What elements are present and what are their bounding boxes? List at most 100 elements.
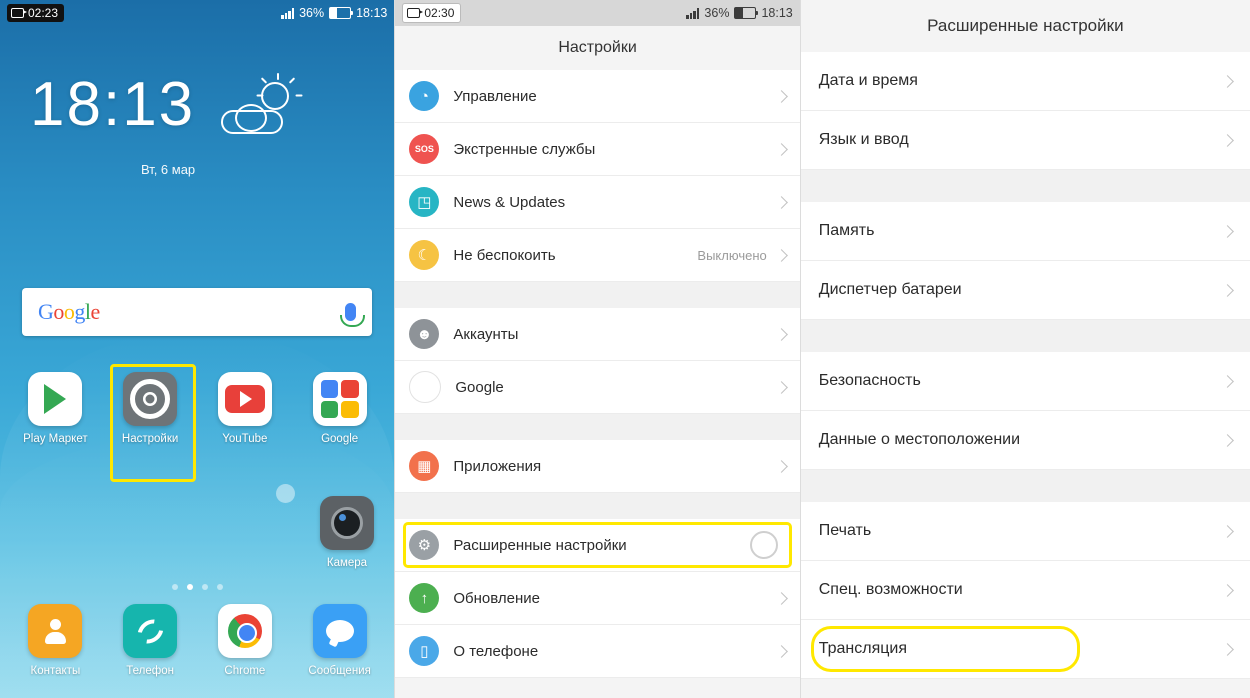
weather-icon [221,73,303,146]
chevron-right-icon [1221,374,1234,388]
page-title: Расширенные настройки [800,0,1250,52]
accounts-icon: ☻ [409,319,440,349]
group-separator [800,470,1250,502]
item-label: News & Updates [453,193,566,211]
camera-icon [407,8,424,18]
recording-time: 02:23 [28,6,59,20]
advanced-group-3: Безопасность Данные о местоположении [800,352,1250,470]
chevron-right-icon [774,195,788,209]
settings-panel: 02:30 36% 18:13 Настройки ◔ Управление S… [394,0,800,698]
settings-item-about-phone[interactable]: ▯ О телефоне [395,625,800,678]
advanced-item-cast[interactable]: Трансляция [800,620,1250,679]
app-phone[interactable]: Телефон [116,604,184,677]
settings-item-management[interactable]: ◔ Управление [395,70,800,123]
advanced-settings-icon: ⚙ [409,530,440,560]
google-folder-icon [312,372,367,426]
group-separator [395,282,800,308]
do-not-disturb-icon: ☾ [409,240,440,270]
app-chrome[interactable]: Chrome [211,604,279,677]
advanced-item-location[interactable]: Данные о местоположении [800,411,1250,470]
google-icon: G [409,371,442,403]
page-indicator [0,584,394,590]
item-label: Дата и время [818,72,918,89]
wallpaper-dot [276,484,295,503]
settings-item-accounts[interactable]: ☻ Аккаунты [395,308,800,361]
app-play-market[interactable]: Play Маркет [21,372,89,445]
screen-recorder-badge: 02:30 [402,3,462,23]
chevron-right-icon [1221,224,1234,238]
chevron-right-icon [774,142,788,156]
advanced-item-accessibility[interactable]: Спец. возможности [800,561,1250,620]
settings-item-google[interactable]: G Google [395,361,800,414]
cloud-icon [221,104,284,134]
item-label: Управление [453,87,537,105]
management-icon: ◔ [409,81,440,111]
advanced-item-print[interactable]: Печать [800,502,1250,561]
news-icon: ◳ [409,187,440,217]
advanced-item-battery-manager[interactable]: Диспетчер батареи [800,261,1250,320]
app-label: Play Маркет [23,433,88,445]
app-camera[interactable]: Камера [313,496,381,569]
settings-item-news-updates[interactable]: ◳ News & Updates [395,176,800,229]
app-label: Сообщения [308,665,371,677]
item-label: Обновление [453,589,540,607]
play-store-icon [28,372,83,426]
app-messages[interactable]: Сообщения [306,604,374,677]
contacts-icon [28,604,83,658]
chevron-right-icon [774,459,788,473]
advanced-item-language-input[interactable]: Язык и ввод [800,111,1250,170]
app-google-folder[interactable]: Google [306,372,374,445]
advanced-item-security[interactable]: Безопасность [800,352,1250,411]
settings-item-update[interactable]: ↑ Обновление [395,572,800,625]
item-label: Безопасность [818,372,921,389]
status-clock: 18:13 [761,6,793,20]
touch-indicator [749,531,778,559]
chevron-right-icon [1221,642,1234,656]
google-search-bar[interactable]: Google [22,288,372,336]
emergency-icon: SOS [409,134,440,164]
advanced-item-storage[interactable]: Память [800,202,1250,261]
clock-widget[interactable]: 18:13 Вт, 6 мар [0,73,394,177]
item-label: Приложения [453,457,542,475]
home-app-row-1: Play Маркет Настройки YouTube Google [0,372,394,445]
screen-recorder-badge: 02:23 [7,4,65,22]
status-clock: 18:13 [356,6,388,20]
chevron-right-icon [774,327,788,341]
microphone-icon[interactable] [340,303,365,327]
home-status-bar: 02:23 36% 18:13 [0,0,394,26]
settings-item-emergency[interactable]: SOS Экстренные службы [395,123,800,176]
status-right: 36% 18:13 [281,6,387,20]
group-separator [395,414,800,440]
apps-icon: ▦ [409,451,440,481]
settings-item-advanced-settings[interactable]: ⚙ Расширенные настройки [395,519,800,572]
settings-status-bar: 02:30 36% 18:13 [395,0,800,26]
item-label: Не беспокоить [453,246,556,264]
camera-icon [11,8,27,18]
chevron-right-icon [774,591,788,605]
youtube-icon [217,372,272,426]
settings-group-1: ◔ Управление SOS Экстренные службы ◳ New… [395,70,800,282]
status-right: 36% 18:13 [686,6,793,20]
status-left: 02:23 [7,4,65,22]
app-youtube[interactable]: YouTube [211,372,279,445]
home-app-row-dock: Контакты Телефон Chrome Сообщения [0,604,394,677]
about-phone-icon: ▯ [409,636,440,666]
app-label: Chrome [224,665,266,677]
app-label: Контакты [30,665,81,677]
app-contacts[interactable]: Контакты [21,604,89,677]
advanced-item-date-time[interactable]: Дата и время [800,52,1250,111]
group-separator [800,170,1250,202]
chevron-right-icon [774,644,788,658]
item-label: Аккаунты [453,325,519,343]
messages-icon [312,604,367,658]
camera-app-icon [320,496,374,550]
signal-icon [281,7,295,19]
item-label: Данные о местоположении [818,431,1021,448]
settings-item-do-not-disturb[interactable]: ☾ Не беспокоить Выключено [395,229,800,282]
clock-date: Вт, 6 мар [140,162,196,177]
settings-item-apps[interactable]: ▦ Приложения [395,440,800,493]
settings-highlight-box [110,364,196,482]
app-label: Телефон [126,665,174,677]
item-label: Экстренные службы [453,140,596,158]
advanced-group-4: Печать Спец. возможности Трансляция [800,502,1250,679]
